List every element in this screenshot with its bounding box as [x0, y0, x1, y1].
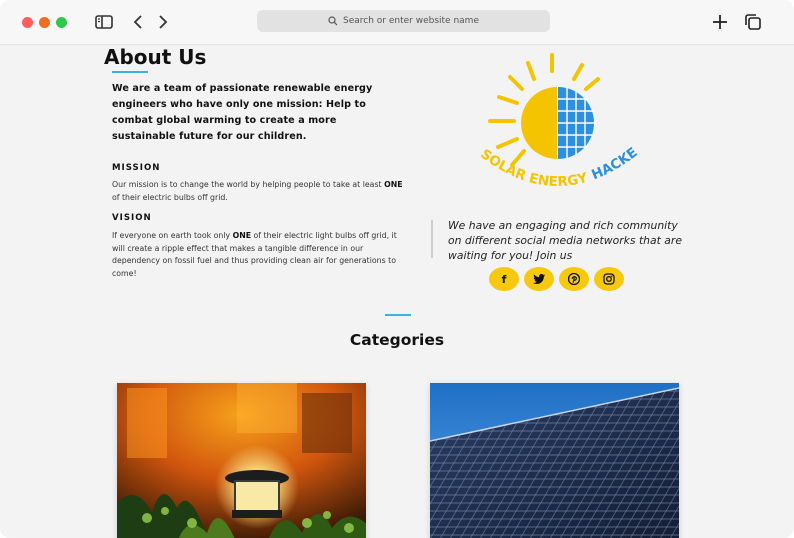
facebook-icon: f: [501, 272, 507, 286]
search-icon: [328, 16, 338, 26]
address-bar-placeholder: Search or enter website name: [343, 16, 479, 26]
minimize-window-button[interactable]: [39, 17, 50, 28]
categories-title: Categories: [349, 331, 445, 349]
quote-bar: [431, 220, 433, 258]
browser-toolbar: Search or enter website name: [0, 0, 794, 45]
solar-energy-hackers-logo: SOLAR ENERGYHACKERS: [462, 53, 641, 190]
close-window-button[interactable]: [22, 17, 33, 28]
address-bar[interactable]: Search or enter website name: [257, 10, 550, 32]
back-arrow-icon[interactable]: [128, 12, 148, 32]
category-image-garden-light[interactable]: [117, 383, 366, 538]
mission-text: Our mission is to change the world by he…: [112, 180, 403, 202]
solar-panels-photo: [430, 383, 679, 538]
social-links: f: [489, 267, 624, 291]
title-underline: [112, 71, 148, 73]
twitter-button[interactable]: [524, 267, 554, 291]
about-intro: We are a team of passionate renewable en…: [112, 83, 373, 142]
sidebar-toggle-icon[interactable]: [94, 12, 114, 32]
twitter-icon: [533, 274, 545, 284]
tabs-overview-icon[interactable]: [743, 12, 763, 32]
garden-light-photo: [117, 383, 366, 538]
community-text: We have an engaging and rich community o…: [448, 219, 682, 262]
instagram-button[interactable]: [594, 267, 624, 291]
vision-text: If everyone on earth took only ONE of th…: [112, 231, 397, 278]
about-title: About Us: [104, 45, 207, 69]
maximize-window-button[interactable]: [56, 17, 67, 28]
vision-emphasis: ONE: [232, 231, 252, 240]
category-image-solar-panels[interactable]: [430, 383, 679, 538]
page-content: About Us We are a team of passionate ren…: [0, 45, 794, 538]
browser-window: Search or enter website name About Us We…: [0, 0, 794, 538]
facebook-button[interactable]: f: [489, 267, 519, 291]
forward-arrow-icon[interactable]: [153, 12, 173, 32]
pinterest-icon: [568, 273, 580, 285]
mission-heading: MISSION: [112, 163, 161, 173]
section-divider: [385, 314, 411, 316]
vision-heading: VISION: [112, 213, 152, 223]
mission-emphasis: ONE: [384, 180, 403, 189]
plus-icon[interactable]: [710, 12, 730, 32]
pinterest-button[interactable]: [559, 267, 589, 291]
instagram-icon: [603, 273, 615, 285]
